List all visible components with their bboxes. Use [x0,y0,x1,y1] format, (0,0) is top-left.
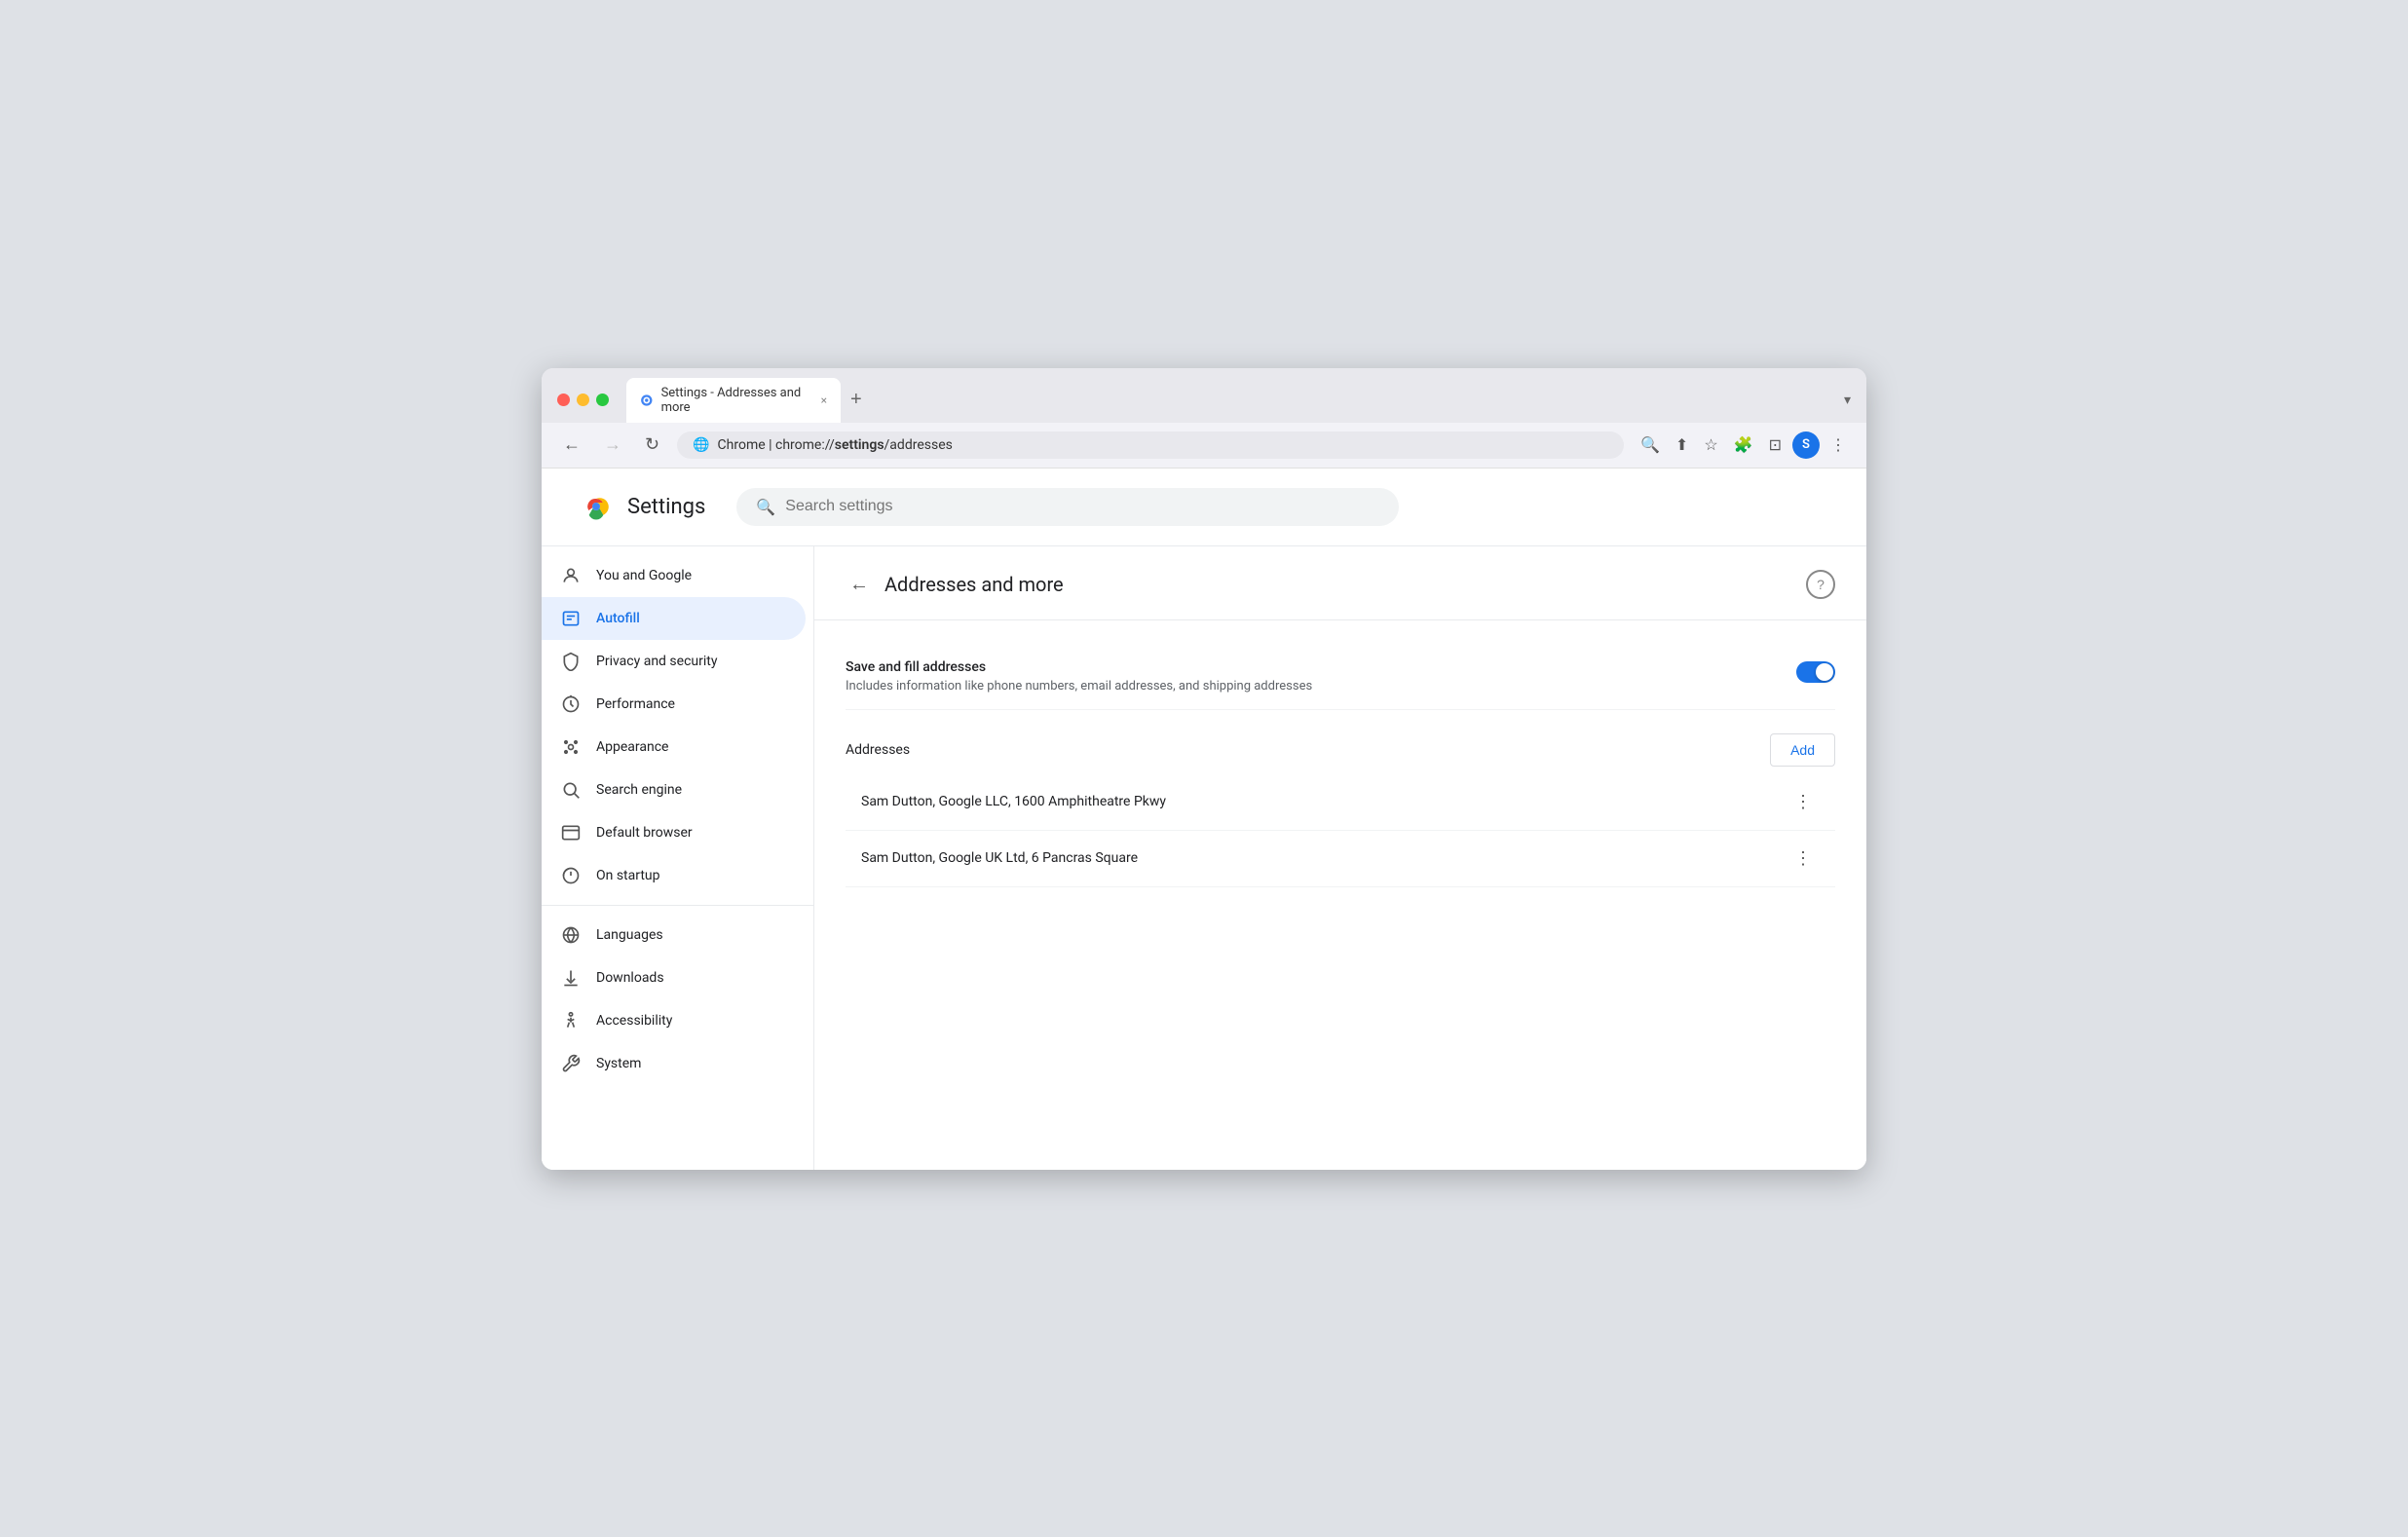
new-tab-button[interactable]: + [843,385,870,415]
address-more-button-2[interactable]: ⋮ [1787,844,1820,873]
panel-title: Addresses and more [884,573,1794,596]
accessibility-icon [561,1011,581,1031]
sidebar-item-label: Autofill [596,611,640,626]
refresh-button[interactable]: ↻ [639,431,665,459]
sidebar-item-autofill[interactable]: Autofill [542,597,806,640]
shield-icon [561,652,581,671]
split-view-button[interactable]: ⊡ [1764,431,1787,460]
sidebar-item-privacy-security[interactable]: Privacy and security [542,640,806,683]
search-bar[interactable]: 🔍 [736,488,1399,526]
sidebar-item-default-browser[interactable]: Default browser [542,811,806,854]
google-chrome-logo [581,491,612,522]
fullscreen-traffic-light[interactable] [596,394,609,406]
nav-bar: ← → ↻ 🌐 Chrome | chrome://settings/addre… [542,423,1866,469]
sidebar-item-label: You and Google [596,568,692,583]
save-fill-toggle[interactable] [1796,661,1835,683]
share-button[interactable]: ⬆ [1671,431,1693,460]
appearance-icon [561,737,581,757]
search-icon: 🔍 [756,498,775,516]
main-panel: ← Addresses and more ? Save and fill add… [814,546,1866,1170]
wrench-icon [561,1054,581,1073]
back-button[interactable]: ← [557,431,586,459]
active-tab[interactable]: Settings - Addresses and more × [626,378,841,423]
address-item-1: Sam Dutton, Google LLC, 1600 Amphitheatr… [846,774,1835,831]
address-bar[interactable]: 🌐 Chrome | chrome://settings/addresses [677,431,1624,459]
sidebar: You and Google Autofill Privacy and secu… [542,546,814,1170]
tabs-area: Settings - Addresses and more × + [626,378,1832,423]
panel-content: Save and fill addresses Includes informa… [814,620,1866,911]
bookmark-button[interactable]: ☆ [1699,431,1722,460]
panel-header: ← Addresses and more ? [814,546,1866,620]
sidebar-item-accessibility[interactable]: Accessibility [542,999,806,1042]
setting-info: Save and fill addresses Includes informa… [846,659,1796,694]
setting-label: Save and fill addresses [846,659,1796,675]
minimize-traffic-light[interactable] [577,394,589,406]
sidebar-item-downloads[interactable]: Downloads [542,956,806,999]
security-icon: 🌐 [693,437,709,453]
forward-button[interactable]: → [598,431,627,459]
address-text-2: Sam Dutton, Google UK Ltd, 6 Pancras Squ… [861,850,1138,866]
sidebar-item-label: Search engine [596,782,682,798]
nav-actions: 🔍 ⬆ ☆ 🧩 ⊡ S ⋮ [1636,431,1851,460]
sidebar-item-label: On startup [596,868,660,883]
sidebar-item-label: System [596,1056,641,1071]
close-traffic-light[interactable] [557,394,570,406]
extensions-button[interactable]: 🧩 [1729,431,1758,460]
title-bar: Settings - Addresses and more × + ▾ [542,368,1866,423]
sidebar-item-label: Downloads [596,970,664,986]
globe-icon [561,925,581,945]
sidebar-item-you-and-google[interactable]: You and Google [542,554,806,597]
settings-page-wrapper: Settings 🔍 You and Google [542,469,1866,1170]
sidebar-item-languages[interactable]: Languages [542,914,806,956]
addresses-header: Addresses Add [846,733,1835,767]
sidebar-divider [542,905,813,906]
avatar[interactable]: S [1792,431,1820,459]
sidebar-item-label: Accessibility [596,1013,672,1029]
address-text-1: Sam Dutton, Google LLC, 1600 Amphitheatr… [861,794,1166,809]
search-input[interactable] [785,498,1379,515]
tab-title: Settings - Addresses and more [661,386,808,415]
sidebar-item-search-engine[interactable]: Search engine [542,768,806,811]
traffic-lights [557,394,609,406]
tab-dropdown-icon[interactable]: ▾ [1844,393,1851,408]
performance-icon [561,694,581,714]
search-engine-icon [561,780,581,800]
browser-icon [561,823,581,843]
url-path: settings [835,437,884,453]
panel-back-button[interactable]: ← [846,570,873,600]
menu-button[interactable]: ⋮ [1825,431,1851,460]
autofill-icon [561,609,581,628]
sidebar-item-label: Default browser [596,825,693,841]
url-prefix: Chrome | chrome:// [718,437,835,453]
download-icon [561,968,581,988]
toggle-slider [1796,661,1835,683]
url-display: Chrome | chrome://settings/addresses [718,437,953,453]
startup-icon [561,866,581,885]
settings-layout: You and Google Autofill Privacy and secu… [542,546,1866,1170]
addresses-section: Addresses Add Sam Dutton, Google LLC, 16… [846,733,1835,887]
settings-header: Settings 🔍 [542,469,1866,546]
setting-description: Includes information like phone numbers,… [846,679,1796,694]
zoom-button[interactable]: 🔍 [1636,431,1665,460]
sidebar-item-appearance[interactable]: Appearance [542,726,806,768]
sidebar-item-label: Languages [596,927,663,943]
addresses-label: Addresses [846,742,910,758]
address-more-button-1[interactable]: ⋮ [1787,788,1820,816]
chrome-tab-icon [640,393,654,408]
sidebar-item-label: Privacy and security [596,654,717,669]
sidebar-item-system[interactable]: System [542,1042,806,1085]
sidebar-item-label: Performance [596,696,675,712]
page-title: Settings [627,495,705,519]
address-item-2: Sam Dutton, Google UK Ltd, 6 Pancras Squ… [846,831,1835,887]
sidebar-item-on-startup[interactable]: On startup [542,854,806,897]
save-fill-addresses-row: Save and fill addresses Includes informa… [846,644,1835,710]
tab-close-button[interactable]: × [821,394,827,407]
url-suffix: /addresses [884,437,953,453]
add-address-button[interactable]: Add [1770,733,1835,767]
sidebar-item-performance[interactable]: Performance [542,683,806,726]
person-icon [561,566,581,585]
help-button[interactable]: ? [1806,570,1835,599]
browser-window: Settings - Addresses and more × + ▾ ← → … [542,368,1866,1170]
sidebar-item-label: Appearance [596,739,668,755]
